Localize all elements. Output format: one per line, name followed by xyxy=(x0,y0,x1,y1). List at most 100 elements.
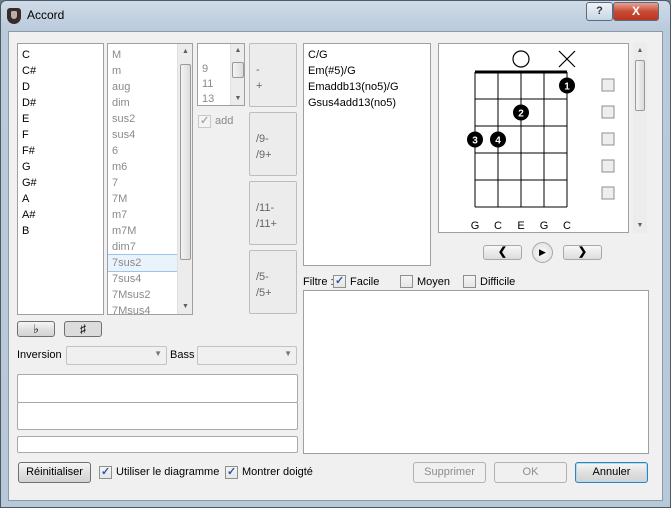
list-item[interactable]: E xyxy=(18,111,103,127)
inversion-label: Inversion xyxy=(17,349,62,361)
list-item[interactable]: C/G xyxy=(304,47,430,63)
use-diagram-checkbox[interactable] xyxy=(99,465,112,479)
chevron-down-icon: ▼ xyxy=(154,349,162,358)
chevron-left-icon: ❮ xyxy=(497,246,508,258)
alteration-plus-label: /5+ xyxy=(256,287,272,299)
app-logo-icon xyxy=(7,8,21,24)
diagram-results-list[interactable] xyxy=(303,290,649,454)
alteration-button-group[interactable]: /9-/9+ xyxy=(249,112,297,176)
fret-checkbox[interactable] xyxy=(601,78,615,92)
string-note-label: G xyxy=(471,220,480,232)
alteration-button-group[interactable]: /11- /11+ xyxy=(249,181,297,245)
open-string-icon[interactable] xyxy=(512,50,530,68)
next-button[interactable]: ❯ xyxy=(563,245,602,260)
close-button[interactable]: X xyxy=(613,2,659,21)
list-item[interactable]: A xyxy=(18,191,103,207)
finger-number: 1 xyxy=(564,82,570,93)
chord-diagram[interactable]: 1 2 3 4 G C E G C xyxy=(439,44,628,232)
alteration-minus-label: /5- xyxy=(256,271,269,283)
chevron-down-icon: ▼ xyxy=(284,349,292,358)
quality-scrollbar[interactable]: ▲ ▼ xyxy=(177,44,192,314)
scroll-thumb[interactable] xyxy=(180,64,191,260)
sharp-icon: ♯ xyxy=(80,322,86,336)
ok-button[interactable]: OK xyxy=(494,462,567,483)
list-item[interactable]: C# xyxy=(18,63,103,79)
filter-checkbox[interactable] xyxy=(463,275,476,288)
alteration-minus-label: /11- xyxy=(256,202,275,214)
inversion-select[interactable]: ▼ xyxy=(66,346,167,365)
fret-checkbox[interactable] xyxy=(601,186,615,200)
chevron-right-icon: ❯ xyxy=(577,246,588,258)
sharp-button[interactable]: ♯ xyxy=(64,321,102,337)
chord-text-field-1[interactable] xyxy=(17,374,298,403)
alteration-minus-label: - xyxy=(256,64,260,76)
string-note-label: C xyxy=(494,220,502,232)
list-item[interactable]: Em(#5)/G xyxy=(304,63,430,79)
list-item[interactable]: G# xyxy=(18,175,103,191)
alteration-plus-label: + xyxy=(256,80,263,92)
extension-scrollbar[interactable]: ▲ ▼ xyxy=(230,44,244,105)
scroll-up-arrow-icon[interactable]: ▲ xyxy=(178,45,192,58)
list-item[interactable]: C xyxy=(18,47,103,63)
list-item[interactable]: Emaddb13(no5)/G xyxy=(304,79,430,95)
list-item[interactable]: D xyxy=(18,79,103,95)
fret-checkbox[interactable] xyxy=(601,132,615,146)
alteration-minus-label: /9- xyxy=(256,133,269,145)
dialog-body: C C# D D# E F F# G G# A A# B Mm aug dim sus2 sus4 6 m6 7 7M… xyxy=(8,31,663,501)
list-item[interactable]: G xyxy=(18,159,103,175)
string-note-label: G xyxy=(540,220,549,232)
show-fingering-label: Montrer doigté xyxy=(242,466,313,478)
chord-quality-list[interactable]: Mm aug dim sus2 sus4 6 m6 7 7M m7 m7M dim7 7sus2 7sus… xyxy=(107,43,193,315)
scroll-down-arrow-icon[interactable]: ▼ xyxy=(178,300,192,313)
delete-button[interactable]: Supprimer xyxy=(413,462,486,483)
help-button[interactable]: ? xyxy=(586,2,613,21)
extension-list[interactable]: 9 11 13 ▲ ▼ xyxy=(197,43,245,106)
bass-label: Bass xyxy=(170,349,195,361)
alteration-button-group[interactable]: - + xyxy=(249,43,297,107)
bass-select[interactable]: ▼ xyxy=(197,346,297,365)
play-icon: ▶ xyxy=(539,247,546,257)
filter-checkbox[interactable] xyxy=(333,274,346,288)
previous-button[interactable]: ❮ xyxy=(483,245,522,260)
chord-text-field-3[interactable] xyxy=(17,436,298,453)
alteration-button-group[interactable]: /5-/5+ xyxy=(249,250,297,314)
reset-button[interactable]: Réinitialiser xyxy=(18,462,91,483)
scroll-up-arrow-icon[interactable]: ▲ xyxy=(633,44,647,57)
list-item[interactable]: Gsus4add13(no5) xyxy=(304,95,430,111)
list-item[interactable]: F# xyxy=(18,143,103,159)
finger-number: 3 xyxy=(472,136,478,147)
finger-number: 4 xyxy=(495,136,501,147)
flat-button[interactable]: ♭ xyxy=(17,321,55,337)
scroll-up-arrow-icon[interactable]: ▲ xyxy=(231,44,244,57)
finger-number: 2 xyxy=(518,109,524,120)
scroll-down-arrow-icon[interactable]: ▼ xyxy=(633,219,647,232)
filter-checkbox[interactable] xyxy=(400,275,413,288)
string-note-label: C xyxy=(563,220,571,232)
filter-label: Facile xyxy=(350,276,380,288)
list-item[interactable]: F xyxy=(18,127,103,143)
list-item[interactable]: D# xyxy=(18,95,103,111)
list-item[interactable]: A# xyxy=(18,207,103,223)
root-note-list[interactable]: C C# D D# E F F# G G# A A# B xyxy=(17,43,104,315)
chord-name-list[interactable]: C/G Em(#5)/G Emaddb13(no5)/G Gsus4add13(no5… xyxy=(303,43,431,266)
play-button[interactable]: ▶ xyxy=(532,242,553,263)
fret-checkbox[interactable] xyxy=(601,105,615,119)
filter-label: Filtre : xyxy=(303,276,334,288)
fret-checkbox[interactable] xyxy=(601,159,615,173)
chord-diagram-panel: 1 2 3 4 G C E G C xyxy=(438,43,629,233)
scroll-thumb[interactable] xyxy=(232,62,244,78)
add-checkbox[interactable] xyxy=(198,114,211,128)
add-label: add xyxy=(215,115,234,127)
list-item[interactable]: B xyxy=(18,223,103,239)
alteration-plus-label: /11+ xyxy=(256,218,277,230)
show-fingering-checkbox[interactable] xyxy=(225,465,238,479)
cancel-button[interactable]: Annuler xyxy=(575,462,648,483)
filter-label: Difficile xyxy=(480,276,516,288)
diagram-scrollbar[interactable]: ▲ ▼ xyxy=(633,43,647,233)
scroll-down-arrow-icon[interactable]: ▼ xyxy=(231,92,244,105)
window-title: Accord xyxy=(27,8,65,22)
chord-text-field-2[interactable] xyxy=(17,402,298,430)
scroll-thumb[interactable] xyxy=(635,60,645,111)
flat-icon: ♭ xyxy=(33,322,39,336)
string-note-label: E xyxy=(517,220,524,232)
